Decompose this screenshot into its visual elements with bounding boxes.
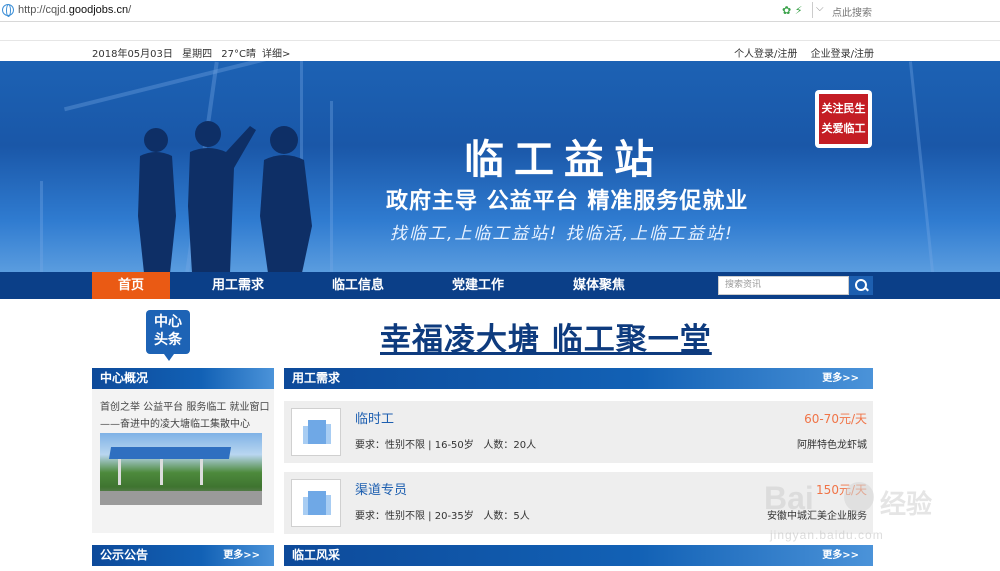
extension-icons[interactable]: ✿ ⚡ [782, 4, 802, 17]
toolbar-divider [812, 2, 813, 18]
headline-icon-line-2: 头条 [154, 332, 182, 348]
headline-icon: 中心 头条 [146, 310, 190, 361]
search-input[interactable]: 搜索资讯 [718, 276, 849, 295]
browser-search-label[interactable]: 点此搜索 [832, 4, 872, 19]
job-pay: 60-70元/天 [804, 412, 867, 426]
section-header-notice: 公示公告 更多>> [92, 545, 274, 566]
site-title: 临工益站 [464, 136, 664, 183]
weather-text: 27°C晴 [221, 49, 256, 60]
job-requirements: 要求：性别不限 | 20-35岁 人数：5人 [355, 507, 530, 522]
nav-item-home[interactable]: 首页 [92, 272, 170, 299]
browser-address-bar[interactable]: http://cqjd.goodjobs.cn/ ✿ ⚡ ⌵ 点此搜索 [0, 0, 1000, 22]
date-text: 2018年05月03日 [92, 49, 173, 60]
job-req-text: 要求：性别不限 | 20-35岁 [355, 511, 474, 522]
section-title-center: 中心概况 [100, 371, 149, 385]
nav-item-demand[interactable]: 用工需求 [198, 272, 278, 299]
slogan-stamp: 关注民生 关爱临工 [815, 90, 872, 148]
url-suffix: / [128, 4, 132, 16]
more-link-notice[interactable]: 更多>> [223, 545, 260, 566]
nav-item-media[interactable]: 媒体聚焦 [559, 272, 639, 299]
banner-slogan: 找临工,上临工益站! 找临活,上临工益站! [390, 224, 734, 244]
personal-login-link[interactable]: 个人登录/注册 [734, 49, 797, 60]
hero-banner: 临工益站 政府主导 公益平台 精准服务促就业 找临工,上临工益站! 找临活,上临… [0, 61, 1000, 273]
baidu-jingyan-watermark: Bai 经验 jingyan.baidu.com [752, 476, 992, 556]
watermark-brand: Bai [764, 480, 814, 516]
url-text[interactable]: http://cqjd.goodjobs.cn/ [18, 4, 131, 16]
center-photo[interactable] [100, 433, 262, 505]
company-login-link[interactable]: 企业登录/注册 [811, 49, 874, 60]
url-domain: goodjobs.cn [68, 4, 129, 16]
weather-detail-link[interactable]: 详细> [262, 49, 290, 60]
building-icon [291, 479, 341, 527]
headline-icon-line-1: 中心 [154, 314, 182, 330]
center-overview-text[interactable]: 首创之举 公益平台 服务临工 就业窗口——奋进中的凌大塘临工集散中心 [100, 399, 270, 433]
chevron-down-icon[interactable]: ⌵ [816, 3, 824, 14]
job-count-text: 人数：5人 [483, 511, 530, 522]
nav-item-party[interactable]: 党建工作 [438, 272, 518, 299]
job-title[interactable]: 渠道专员 [355, 479, 407, 498]
section-title-notice: 公示公告 [100, 548, 149, 562]
job-title[interactable]: 临时工 [355, 408, 394, 427]
workers-silhouette-icon [138, 121, 312, 273]
globe-icon [2, 4, 14, 17]
center-overview-panel: 首创之举 公益平台 服务临工 就业窗口——奋进中的凌大塘临工集散中心 [92, 389, 274, 533]
headline-link[interactable]: 幸福凌大塘 临工聚一堂 [380, 314, 712, 359]
url-prefix: http://cqjd. [18, 4, 69, 16]
banner-subtitle: 政府主导 公益平台 精准服务促就业 [386, 189, 749, 214]
divider [0, 40, 1000, 41]
job-requirements: 要求：性别不限 | 16-50岁 人数：20人 [355, 436, 536, 451]
stamp-line-1: 关注民生 [821, 102, 866, 115]
building-icon [291, 408, 341, 456]
main-nav: 首页 用工需求 临工信息 党建工作 媒体聚焦 搜索资讯 [0, 272, 1000, 299]
section-title-style: 临工风采 [292, 548, 341, 562]
job-count-text: 人数：20人 [483, 440, 537, 451]
job-req-text: 要求：性别不限 | 16-50岁 [355, 440, 474, 451]
watermark-site: jingyan.baidu.com [770, 528, 884, 542]
more-link-demand[interactable]: 更多>> [822, 368, 859, 389]
paw-logo-icon [844, 482, 874, 512]
job-company: 阿胖特色龙虾城 [797, 440, 867, 451]
section-header-demand: 用工需求 更多>> [284, 368, 873, 389]
weekday-text: 星期四 [182, 49, 213, 60]
watermark-brand-cn: 经验 [880, 490, 933, 520]
section-title-demand: 用工需求 [292, 371, 341, 385]
job-card[interactable]: 临时工 要求：性别不限 | 16-50岁 人数：20人 60-70元/天 阿胖特… [284, 401, 873, 463]
section-header-center: 中心概况 [92, 368, 274, 389]
nav-item-workers[interactable]: 临工信息 [318, 272, 398, 299]
stamp-line-2: 关爱临工 [821, 122, 866, 135]
top-info-bar: 2018年05月03日 星期四 27°C晴 详细> 个人登录/注册 企业登录/注册 [92, 45, 874, 60]
search-button[interactable] [849, 276, 873, 295]
